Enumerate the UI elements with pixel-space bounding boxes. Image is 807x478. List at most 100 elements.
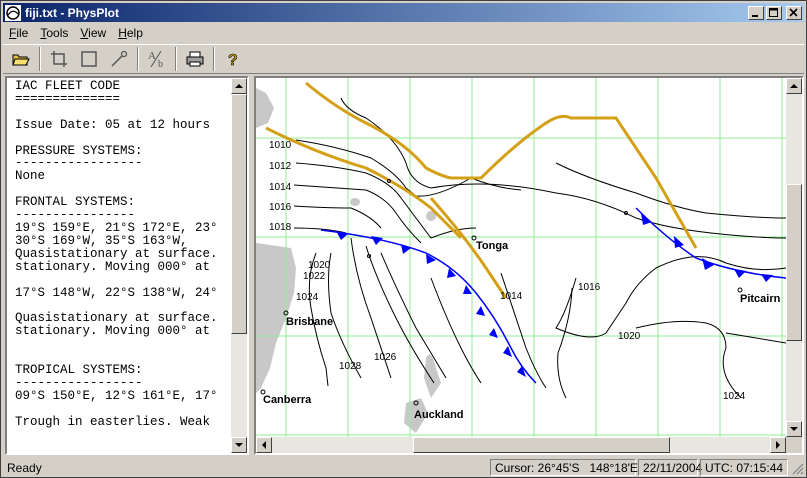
bulletin-line: 19°S 159°E, 21°S 172°E, 23°: [15, 220, 218, 235]
crop-icon: [51, 51, 67, 67]
bulletin-text[interactable]: IAC FLEET CODE ============== Issue Date:…: [15, 80, 237, 436]
arrow-left-icon: [262, 441, 266, 449]
draw-button[interactable]: [107, 47, 131, 71]
bulletin-line: [15, 132, 237, 145]
bulletin-line: -----------------: [15, 156, 143, 171]
bulletin-line: 17°S 148°W, 22°S 138°W, 24°: [15, 285, 218, 300]
bulletin-line: stationary. Moving 000° at: [15, 324, 211, 339]
crop-button[interactable]: [47, 47, 71, 71]
bulletin-line: ==============: [15, 91, 121, 106]
help-button[interactable]: ?: [221, 47, 245, 71]
svg-text:?: ?: [228, 52, 238, 68]
toolbar-separator: [213, 47, 215, 71]
bulletin-vertical-scrollbar[interactable]: [231, 78, 247, 453]
arrow-up-icon: [790, 84, 798, 88]
toolbar: Ab ?: [3, 44, 804, 74]
help-icon: ?: [228, 52, 238, 68]
place-pitcairn: Pitcairn: [740, 293, 781, 305]
app-window: fiji.txt - PhysPlot File Tools View Help: [0, 0, 807, 478]
bulletin-line: [15, 351, 237, 364]
status-ready: Ready: [7, 460, 42, 475]
title-bar: fiji.txt - PhysPlot: [3, 3, 804, 22]
status-cursor: Cursor: 26°45'S 148°18'E: [490, 459, 638, 476]
bulletin-line: Trough in easterlies. Weak: [15, 414, 211, 429]
isobar-label-1016: 1016: [269, 202, 292, 213]
minimize-button[interactable]: [748, 5, 764, 20]
close-button[interactable]: [786, 5, 802, 20]
scroll-thumb[interactable]: [786, 184, 802, 341]
bulletin-line: [15, 274, 237, 287]
print-icon: [186, 51, 204, 67]
app-icon: [5, 4, 21, 21]
map-vertical-scrollbar[interactable]: [786, 78, 802, 437]
isobar-label-1014-mid: 1014: [500, 291, 523, 302]
bulletin-line: stationary. Moving 000° at: [15, 259, 211, 274]
bulletin-line: [15, 338, 237, 351]
scroll-down-button[interactable]: [231, 437, 247, 453]
maximize-button[interactable]: [766, 5, 782, 20]
arrow-up-icon: [235, 84, 243, 88]
close-icon: [789, 7, 798, 17]
scroll-left-button[interactable]: [256, 437, 272, 453]
status-date: 22/11/2004: [638, 459, 702, 476]
arrow-down-icon: [235, 443, 243, 447]
bulletin-pane[interactable]: IAC FLEET CODE ============== Issue Date:…: [5, 76, 249, 455]
scroll-up-button[interactable]: [231, 78, 247, 94]
minimize-icon: [752, 14, 758, 17]
scroll-right-button[interactable]: [770, 437, 786, 453]
svg-text:b: b: [158, 59, 163, 69]
draw-pen-icon: [111, 50, 128, 67]
menu-help[interactable]: Help: [112, 26, 149, 40]
scroll-corner: [786, 437, 802, 453]
weather-map[interactable]: Tonga Pitcairn Brisbane Canberra Aucklan…: [256, 78, 786, 437]
place-brisbane: Brisbane: [286, 316, 333, 328]
bulletin-line: IAC FLEET CODE: [15, 80, 121, 93]
place-tonga: Tonga: [476, 240, 509, 252]
menu-file[interactable]: File: [3, 26, 34, 40]
map-horizontal-scrollbar[interactable]: [256, 437, 786, 453]
isobar-label-1024-east: 1024: [723, 391, 746, 402]
window-title: fiji.txt - PhysPlot: [25, 5, 120, 20]
bulletin-line: [15, 403, 237, 416]
isobar-label-1010: 1010: [269, 140, 292, 151]
isobar-label-1028: 1028: [339, 361, 362, 372]
scroll-thumb[interactable]: [413, 437, 670, 453]
arrow-right-icon: [776, 441, 780, 449]
open-folder-icon: [12, 54, 30, 66]
print-button[interactable]: [183, 47, 207, 71]
isobar-label-1016-mid: 1016: [578, 282, 601, 293]
rectangle-icon: [81, 51, 97, 67]
isobar-label-1018: 1018: [269, 222, 292, 233]
bulletin-line: TROPICAL SYSTEMS:: [15, 362, 143, 377]
scroll-thumb[interactable]: [231, 94, 247, 334]
menu-bar: File Tools View Help: [3, 23, 804, 42]
isobar-label-1020-east: 1020: [618, 331, 641, 342]
map-pane[interactable]: Tonga Pitcairn Brisbane Canberra Aucklan…: [254, 76, 804, 455]
arrow-down-icon: [790, 427, 798, 431]
isobar-label-1022: 1022: [303, 271, 326, 282]
bulletin-line: [15, 106, 237, 119]
scroll-up-button[interactable]: [786, 78, 802, 94]
place-auckland: Auckland: [414, 409, 464, 421]
status-utc: UTC: 07:15:44: [700, 459, 788, 476]
bulletin-line: Quasistationary at surface.: [15, 246, 218, 261]
isobar-label-1014: 1014: [269, 182, 292, 193]
scroll-down-button[interactable]: [786, 421, 802, 437]
toolbar-separator: [175, 47, 177, 71]
bulletin-line: Issue Date: 05 at 12 hours: [15, 117, 211, 132]
resize-grip-icon[interactable]: [790, 461, 804, 475]
maximize-icon: [769, 7, 778, 17]
text-annotate-icon: Ab: [148, 50, 163, 69]
bulletin-line: -----------------: [15, 375, 143, 390]
isobar-label-1012: 1012: [269, 161, 292, 172]
menu-tools[interactable]: Tools: [34, 26, 74, 40]
isobar-label-1020: 1020: [308, 260, 331, 271]
annotate-button[interactable]: Ab: [145, 47, 169, 71]
menu-view[interactable]: View: [74, 26, 112, 40]
rectangle-button[interactable]: [77, 47, 101, 71]
bulletin-line: 09°S 150°E, 12°S 161°E, 17°: [15, 388, 218, 403]
place-canberra: Canberra: [263, 394, 312, 406]
bulletin-line: 30°S 169°W, 35°S 163°W,: [15, 233, 188, 248]
open-button[interactable]: [9, 47, 33, 71]
land-new-caledonia: [350, 198, 360, 206]
